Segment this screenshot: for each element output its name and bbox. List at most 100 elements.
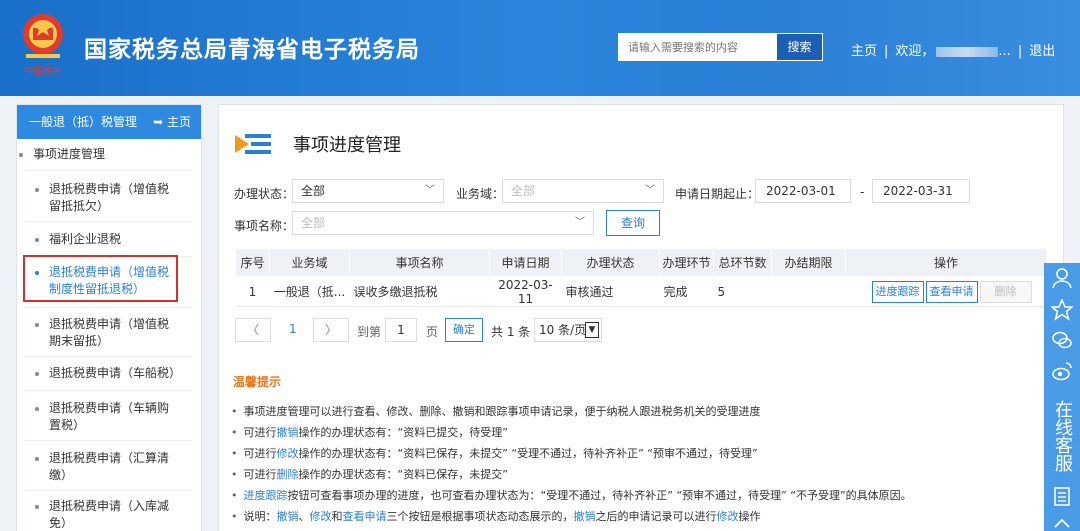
page-size-value: 10 条/页 [539,323,587,337]
prev-page-button[interactable]: 〈 [235,318,271,342]
search-input[interactable] [618,33,776,61]
sidebar-heading: 一般退（抵）税管理 ➥ 主页 [17,105,201,139]
tip-line: 事项进度管理可以进行查看、修改、删除、撤销和跟踪事项申请记录，便于纳税人跟进税务… [231,403,761,419]
emblem-text: 中国税务 [25,65,61,77]
search-button[interactable]: 搜索 [776,33,823,61]
page-size-select[interactable]: 10 条/页 ▼ [534,318,602,342]
tip-link-modify[interactable]: 修改 [717,510,739,523]
chevron-down-icon: ﹀ [575,217,585,228]
view-application-button[interactable]: 查看申请 [925,280,978,303]
sidebar-home-link[interactable]: ➥ 主页 [153,105,191,139]
col-header-no: 序号 [235,248,270,277]
sidebar-item-progress[interactable]: 事项进度管理 [0,146,184,163]
date-from-input[interactable]: 2022-03-01 [755,179,851,203]
sidebar-item-vehicle-purchase[interactable]: 退抵税费申请（车辆购置税） [16,400,192,434]
sidebar-divider [24,170,192,171]
tip-link-track[interactable]: 进度跟踪 [244,489,288,502]
nav-logout-link[interactable]: 退出 [1029,40,1055,59]
online-service-label[interactable]: 在线客服 [1050,390,1074,482]
status-select-value: 全部 [301,184,326,198]
sidebar-item-storage-reduction[interactable]: 退抵税费申请（入库减免） [16,498,192,531]
cell-total: 5 [713,276,772,307]
sidebar-item-offset-arrears[interactable]: 退抵税费申请（增值税留抵抵欠） [16,181,192,215]
wechat-icon[interactable] [1051,329,1073,351]
tip-line: 说明：撤销、修改和查看申请三个按钮是根据事项状态动态展示的，撤销之后的申请记录可… [231,508,761,524]
sidebar-divider [24,356,192,357]
cell-deadline [771,276,846,307]
main-panel: 事项进度管理 办理状态： 全部 ﹀ 业务域： 全部 ﹀ 申请日期起止： 2022-0… [218,104,1064,531]
tip-text: 可进行 [243,468,277,481]
sidebar-divider [24,490,192,491]
tip-link-view[interactable]: 查看申请 [343,510,387,523]
chevron-up-icon[interactable] [1051,513,1073,531]
item-name-label: 事项名称： [234,219,295,233]
item-name-select[interactable]: 全部 ﹀ [292,211,594,235]
tip-text: 三个按钮是根据事项状态动态展示的， [386,510,574,523]
domain-label: 业务域： [456,187,505,201]
site-title: 国家税务总局青海省电子税务局 [84,37,420,63]
top-nav: 主页 | 欢迎，... | 退出 [851,40,1055,59]
date-to-input[interactable]: 2022-03-31 [872,179,970,203]
sidebar-item-vehicle-vessel[interactable]: 退抵税费申请（车船税） [16,365,200,382]
user-icon[interactable] [1051,267,1073,289]
cell-domain: 一般退（抵... [269,276,350,307]
sidebar-item-welfare-refund[interactable]: 福利企业退税 [16,231,200,248]
item-name-select-value: 全部 [301,216,326,230]
tax-emblem-icon: 中国税务 [23,14,63,77]
sidebar-divider [24,440,192,441]
col-header-name: 事项名称 [349,248,490,277]
nav-separator: | [1017,44,1023,59]
tip-text: 说明： [243,510,277,523]
tip-line: 可进行修改操作的办理状态有：“资料已保存，未提交” “受理不通过，待补齐补正” … [231,445,758,461]
tip-link-revoke[interactable]: 撤销 [277,510,299,523]
date-range-label: 申请日期起止： [675,187,760,201]
goto-page-input[interactable]: 1 [385,318,417,342]
delete-button[interactable]: 删除 [979,280,1032,303]
sidebar-item-annual-settlement[interactable]: 退抵税费申请（汇算清缴） [16,450,192,484]
col-header-domain: 业务域 [269,248,350,277]
star-icon[interactable] [1049,298,1075,321]
total-count: 共 1 条 [491,325,531,339]
status-select[interactable]: 全部 ﹀ [292,179,444,203]
weibo-icon[interactable] [1051,360,1073,382]
next-page-button[interactable]: 〉 [313,318,349,342]
query-button[interactable]: 查询 [606,210,660,236]
sidebar-divider [24,221,192,222]
cell-actions: 进度跟踪 查看申请 删除 [845,276,1047,307]
tip-text: 、 [298,510,310,523]
tip-link-delete[interactable]: 删除 [277,468,299,481]
tip-line: 可进行撤销操作的办理状态有：“资料已提交，待受理” [231,424,508,440]
tip-link-modify[interactable]: 修改 [277,447,299,460]
page-title-text: 事项进度管理 [293,135,401,156]
goto-confirm-button[interactable]: 确定 [445,318,483,342]
nav-home-link[interactable]: 主页 [851,40,877,59]
floating-service-bar: 在线客服 [1044,263,1080,531]
tip-link-revoke[interactable]: 撤销 [574,510,596,523]
col-header-deadline: 办结期限 [771,248,846,277]
tip-link-revoke[interactable]: 撤销 [277,426,299,439]
col-header-status: 办理状态 [561,248,660,277]
cell-stage: 完成 [659,276,714,307]
sidebar-item-period-end-refund[interactable]: 退抵税费申请（增值税期末留抵） [16,316,192,350]
chevron-down-icon: ﹀ [425,185,435,196]
cell-date: 2022-03-11 [489,276,562,307]
tip-text: 操作的办理状态有：“资料已保存，未提交” [298,468,508,481]
tip-text: 和 [331,510,343,523]
tip-line: 可进行删除操作的办理状态有：“资料已保存，未提交” [231,466,508,482]
sidebar-divider [24,307,192,308]
tip-link-modify[interactable]: 修改 [310,510,332,523]
track-progress-button[interactable]: 进度跟踪 [871,280,924,303]
status-label: 办理状态： [234,187,295,201]
col-header-stage: 办理环节 [659,248,714,277]
domain-select[interactable]: 全部 ﹀ [502,179,664,203]
tip-text: 操作的办理状态有：“资料已提交，待受理” [298,426,508,439]
sidebar-divider [24,390,192,391]
tip-text: 按钮可查看事项办理的进度，也可查看办理状态为：“受理不通过，待补齐补正” “预审… [287,489,912,502]
nav-user-suffix: ... [998,44,1011,59]
tip-text: 操作的办理状态有：“资料已保存，未提交” “受理不通过，待补齐补正” “预审不通… [298,447,758,460]
tip-text: 之后的申请记录可以进行 [595,510,717,523]
page-number-current[interactable]: 1 [289,322,297,336]
sidebar-heading-label: 一般退（抵）税管理 [29,115,138,129]
document-icon[interactable] [1051,485,1073,507]
col-header-date: 申请日期 [489,248,562,277]
